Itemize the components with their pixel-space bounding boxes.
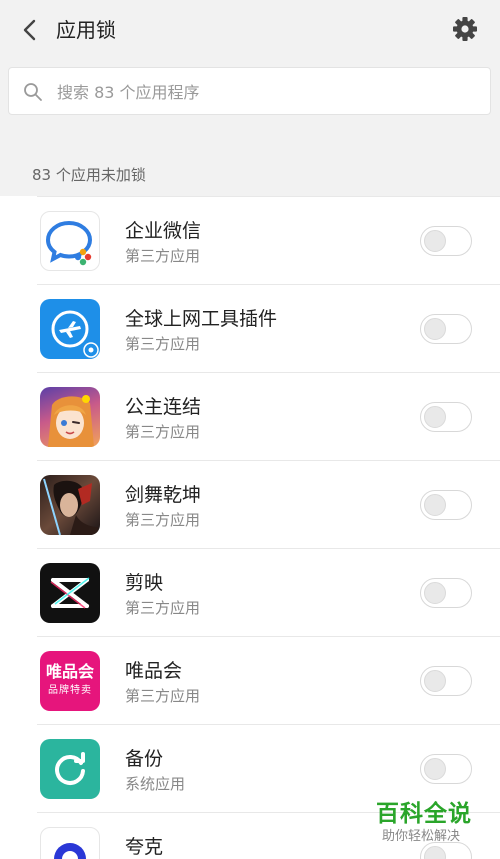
app-type: 第三方应用 (125, 247, 201, 265)
app-name: 公主连结 (125, 396, 202, 418)
app-type: 第三方应用 (125, 687, 201, 705)
search-box[interactable] (8, 67, 491, 116)
divider (37, 284, 500, 285)
section-header: 83 个应用未加锁 (32, 166, 146, 184)
watermark-subtitle: 助你轻松解决 (382, 829, 461, 844)
page-title: 应用锁 (56, 18, 116, 42)
app-list: 企业微信 第三方应用 全球上网工具插件 第三方应用 公主连结 第三方应用 剑舞乾… (0, 196, 500, 859)
watermark: 百科全说 助你轻松解决 (376, 800, 486, 846)
divider (37, 372, 500, 373)
header-bar: 应用锁 (0, 0, 500, 60)
lock-toggle[interactable] (420, 578, 472, 608)
list-item[interactable]: 全球上网工具插件 第三方应用 (0, 284, 500, 372)
toggle-knob (424, 494, 446, 516)
capcut-icon (40, 563, 100, 623)
app-name: 唯品会 (125, 660, 183, 682)
divider (37, 724, 500, 725)
lock-toggle[interactable] (420, 314, 472, 344)
app-type: 第三方应用 (125, 599, 201, 617)
app-name: 剪映 (125, 572, 164, 594)
app-name: 夸克 (125, 836, 164, 858)
toggle-knob (424, 670, 446, 692)
app-type: 第三方应用 (125, 335, 201, 353)
divider (37, 460, 500, 461)
toggle-knob (424, 318, 446, 340)
lock-toggle[interactable] (420, 490, 472, 520)
search-icon (24, 83, 42, 101)
global-internet-plugin-icon (40, 299, 100, 359)
vipshop-icon-subtitle: 品牌特卖 (48, 685, 92, 696)
toggle-knob (424, 406, 446, 428)
back-arrow-icon[interactable] (18, 16, 42, 44)
lock-toggle[interactable] (420, 666, 472, 696)
divider (37, 196, 500, 197)
app-name: 备份 (125, 748, 164, 770)
lock-toggle[interactable] (420, 226, 472, 256)
list-item[interactable]: 唯品会 品牌特卖 唯品会 第三方应用 (0, 636, 500, 724)
lock-toggle[interactable] (420, 402, 472, 432)
app-type: 第三方应用 (125, 511, 201, 529)
app-type: 系统应用 (125, 775, 186, 793)
app-type: 第三方应用 (125, 423, 201, 441)
list-item[interactable]: 剑舞乾坤 第三方应用 (0, 460, 500, 548)
watermark-title: 百科全说 (376, 801, 472, 827)
app-name: 剑舞乾坤 (125, 484, 202, 506)
list-item[interactable]: 企业微信 第三方应用 (0, 196, 500, 284)
toggle-knob (424, 582, 446, 604)
divider (37, 636, 500, 637)
toggle-knob (424, 846, 446, 859)
gear-icon[interactable] (452, 16, 478, 42)
vipshop-icon-title: 唯品会 (45, 662, 94, 681)
lock-toggle[interactable] (420, 754, 472, 784)
divider (37, 548, 500, 549)
search-input[interactable] (55, 68, 479, 116)
jianwu-qiankun-icon (40, 475, 100, 535)
app-name: 企业微信 (125, 220, 202, 242)
princess-connect-icon (40, 387, 100, 447)
quark-icon (40, 827, 100, 859)
list-item[interactable]: 剪映 第三方应用 (0, 548, 500, 636)
vipshop-icon: 唯品会 品牌特卖 (40, 651, 100, 711)
toggle-knob (424, 230, 446, 252)
list-item[interactable]: 备份 系统应用 (0, 724, 500, 812)
app-name: 全球上网工具插件 (125, 308, 278, 330)
toggle-knob (424, 758, 446, 780)
backup-icon (40, 739, 100, 799)
list-item[interactable]: 公主连结 第三方应用 (0, 372, 500, 460)
wecom-icon (40, 211, 100, 271)
